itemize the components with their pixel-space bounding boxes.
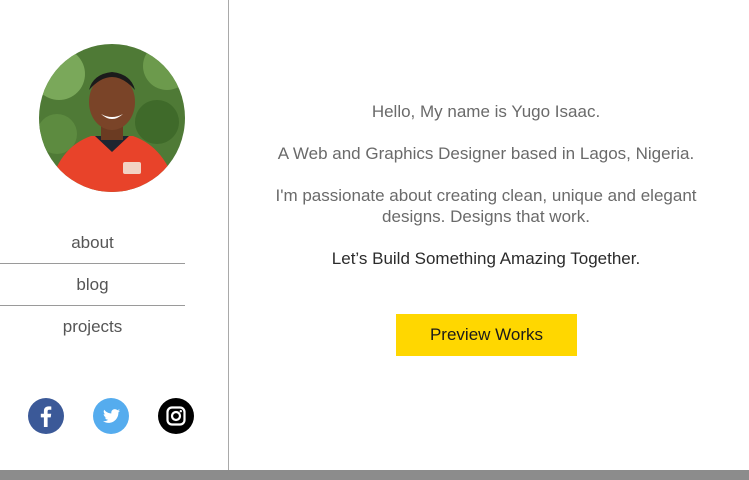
main-nav: about blog projects (0, 222, 185, 348)
role-text: A Web and Graphics Designer based in Lag… (277, 144, 695, 163)
instagram-icon[interactable] (158, 398, 194, 434)
nav-item-blog[interactable]: blog (0, 264, 185, 306)
nav-item-about[interactable]: about (0, 222, 185, 264)
avatar (39, 44, 185, 192)
sidebar: about blog projects (0, 0, 229, 470)
nav-item-projects[interactable]: projects (0, 306, 185, 348)
footer-bar (0, 470, 749, 480)
social-links (28, 398, 194, 434)
facebook-icon[interactable] (28, 398, 64, 434)
greeting-text: Hello, My name is Yugo Isaac. (371, 102, 601, 121)
tagline-text: Let’s Build Something Amazing Together. (331, 249, 641, 268)
portfolio-page: about blog projects Hello, My name is Yu… (0, 0, 749, 480)
intro-text: Hello, My name is Yugo Isaac. A Web and … (256, 101, 716, 290)
passion-text: I'm passionate about creating clean, uni… (275, 186, 697, 226)
preview-works-button[interactable]: Preview Works (396, 314, 577, 356)
twitter-icon[interactable] (93, 398, 129, 434)
profile-photo (39, 44, 185, 192)
main-content: Hello, My name is Yugo Isaac. A Web and … (230, 0, 749, 470)
